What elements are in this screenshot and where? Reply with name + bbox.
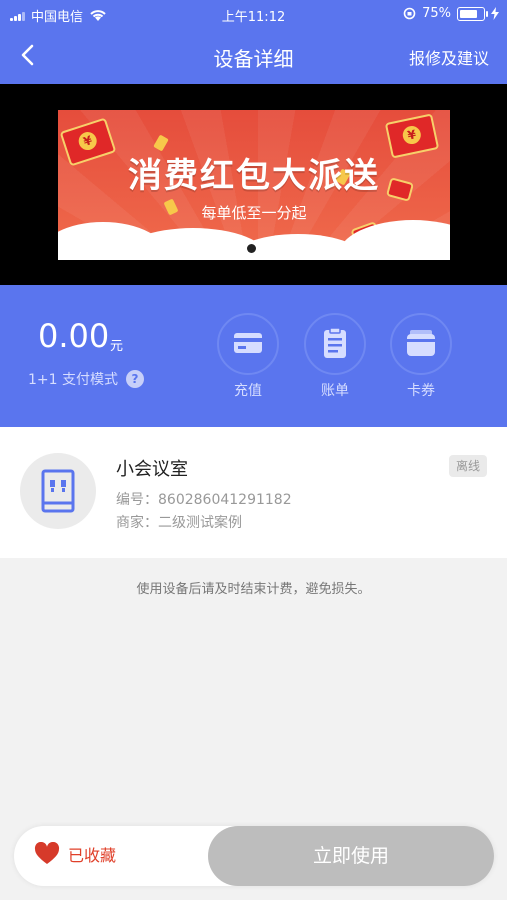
nav-bar: 设备详细 报修及建议 — [0, 28, 507, 84]
charging-icon — [491, 7, 499, 20]
device-avatar — [20, 453, 96, 529]
banner-carousel[interactable]: ¥ ¥ 消费红包大派送 每单低至一分起 — [0, 84, 507, 285]
usage-notice: 使用设备后请及时结束计费，避免损失。 — [136, 582, 371, 597]
battery-percent: 75% — [422, 6, 451, 21]
coupon-label: 卡券 — [407, 383, 435, 399]
device-merchant: 商家：二级测试案例 — [116, 515, 242, 531]
device-name: 小会议室 — [116, 459, 188, 480]
use-now-button[interactable]: 立即使用 — [208, 826, 494, 886]
dispenser-icon — [41, 469, 75, 513]
promo-banner[interactable]: ¥ ¥ 消费红包大派送 每单低至一分起 — [58, 110, 450, 260]
device-serial: 编号：860286041291182 — [116, 492, 292, 508]
bill-icon — [324, 327, 346, 358]
favorite-button[interactable]: 已收藏 — [34, 842, 116, 866]
status-badge: 离线 — [449, 455, 487, 477]
battery-icon — [457, 6, 488, 21]
heart-icon — [34, 842, 60, 864]
banner-subline: 每单低至一分起 — [201, 204, 307, 222]
repair-feedback-link[interactable]: 报修及建议 — [409, 45, 489, 69]
balance-amount: 0.00 — [38, 317, 110, 355]
pay-mode[interactable]: 1+1 支付模式 ? — [28, 369, 144, 389]
bill-label: 账单 — [321, 383, 349, 399]
balance-unit: 元 — [110, 339, 124, 354]
carousel-indicator[interactable] — [247, 244, 256, 253]
device-card: 小会议室 离线 编号：860286041291182 商家：二级测试案例 — [0, 427, 507, 558]
card-icon — [234, 333, 262, 353]
help-icon[interactable]: ? — [126, 370, 144, 388]
banner-headline: 消费红包大派送 — [128, 156, 380, 196]
recharge-button[interactable]: 充值 — [216, 313, 280, 400]
coupon-button[interactable]: 卡券 — [389, 313, 453, 400]
bottom-action-bar: 已收藏 立即使用 — [14, 826, 494, 886]
status-bar: 中国电信 上午11:12 75% — [0, 0, 507, 28]
wallet-panel: 0.00 元 1+1 支付模式 ? 充值 账单 卡券 — [0, 285, 507, 427]
recharge-label: 充值 — [234, 383, 262, 399]
pay-mode-label: 1+1 支付模式 — [28, 372, 118, 388]
bill-button[interactable]: 账单 — [303, 313, 367, 400]
rotation-lock-icon — [403, 7, 416, 20]
favorite-label: 已收藏 — [68, 846, 117, 865]
wallet-icon — [407, 330, 435, 356]
